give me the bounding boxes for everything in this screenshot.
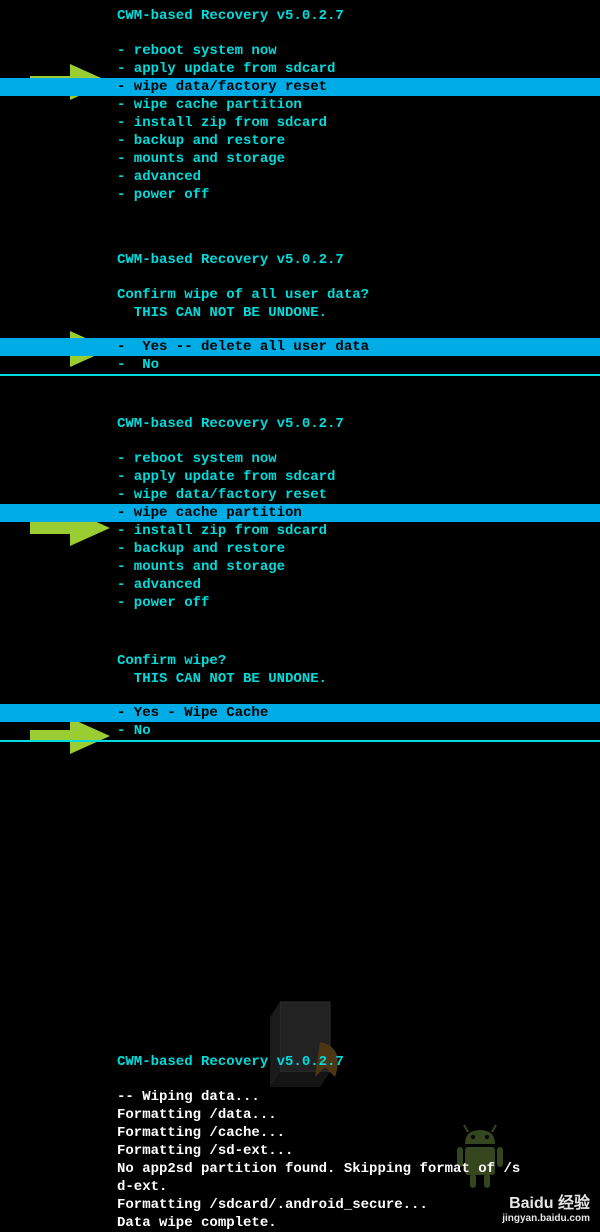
menu-item-wipe-data[interactable]: - wipe data/factory reset	[0, 78, 600, 96]
divider	[0, 374, 600, 376]
menu-item-wipe-data[interactable]: - wipe data/factory reset	[117, 486, 600, 504]
menu-item-power-off[interactable]: - power off	[117, 594, 600, 612]
log-line: Formatting /sd-ext...	[117, 1142, 600, 1160]
menu-item-mounts[interactable]: - mounts and storage	[117, 558, 600, 576]
watermark-url: jingyan.baidu.com	[502, 1213, 590, 1224]
recovery-title: CWM-based Recovery v5.0.2.7	[117, 252, 600, 268]
confirm-prompt: Confirm wipe of all user data?	[117, 286, 600, 304]
confirm-no[interactable]: - No	[117, 356, 600, 374]
menu-item-backup[interactable]: - backup and restore	[117, 132, 600, 150]
confirm-wipe-cache: Confirm wipe? THIS CAN NOT BE UNDONE. - …	[0, 644, 600, 742]
menu-item-apply-update[interactable]: - apply update from sdcard	[117, 60, 600, 78]
watermark: Baidu 经验 jingyan.baidu.com	[502, 1189, 590, 1224]
confirm-prompt: Confirm wipe?	[117, 652, 600, 670]
watermark-logo: Baidu 经验	[502, 1189, 590, 1213]
recovery-menu-2: CWM-based Recovery v5.0.2.7 - reboot sys…	[0, 408, 600, 612]
menu-item-reboot[interactable]: - reboot system now	[117, 42, 600, 60]
log-line: Formatting /data...	[117, 1106, 600, 1124]
menu-item-wipe-cache[interactable]: - wipe cache partition	[0, 504, 600, 522]
menu-item-power-off[interactable]: - power off	[117, 186, 600, 204]
confirm-warning: THIS CAN NOT BE UNDONE.	[117, 670, 600, 688]
confirm-no[interactable]: - No	[117, 722, 600, 740]
menu-item-backup[interactable]: - backup and restore	[117, 540, 600, 558]
menu-item-reboot[interactable]: - reboot system now	[117, 450, 600, 468]
menu-item-mounts[interactable]: - mounts and storage	[117, 150, 600, 168]
confirm-yes[interactable]: - Yes -- delete all user data	[0, 338, 600, 356]
log-line: -- Wiping data...	[117, 1088, 600, 1106]
log-line: Formatting /cache...	[117, 1124, 600, 1142]
recovery-title: CWM-based Recovery v5.0.2.7	[117, 8, 600, 24]
menu-item-apply-update[interactable]: - apply update from sdcard	[117, 468, 600, 486]
menu-item-advanced[interactable]: - advanced	[117, 576, 600, 594]
log-line: No app2sd partition found. Skipping form…	[117, 1160, 600, 1178]
divider	[0, 740, 600, 742]
menu-item-install-zip[interactable]: - install zip from sdcard	[117, 114, 600, 132]
menu-item-install-zip[interactable]: - install zip from sdcard	[117, 522, 600, 540]
menu-item-wipe-cache[interactable]: - wipe cache partition	[117, 96, 600, 114]
menu-item-advanced[interactable]: - advanced	[117, 168, 600, 186]
recovery-menu-1: CWM-based Recovery v5.0.2.7 - reboot sys…	[0, 0, 600, 204]
confirm-warning: THIS CAN NOT BE UNDONE.	[117, 304, 600, 322]
confirm-wipe-data: CWM-based Recovery v5.0.2.7 Confirm wipe…	[0, 244, 600, 376]
recovery-title: CWM-based Recovery v5.0.2.7	[117, 416, 600, 432]
recovery-title: CWM-based Recovery v5.0.2.7	[117, 1054, 600, 1070]
confirm-yes[interactable]: - Yes - Wipe Cache	[0, 704, 600, 722]
